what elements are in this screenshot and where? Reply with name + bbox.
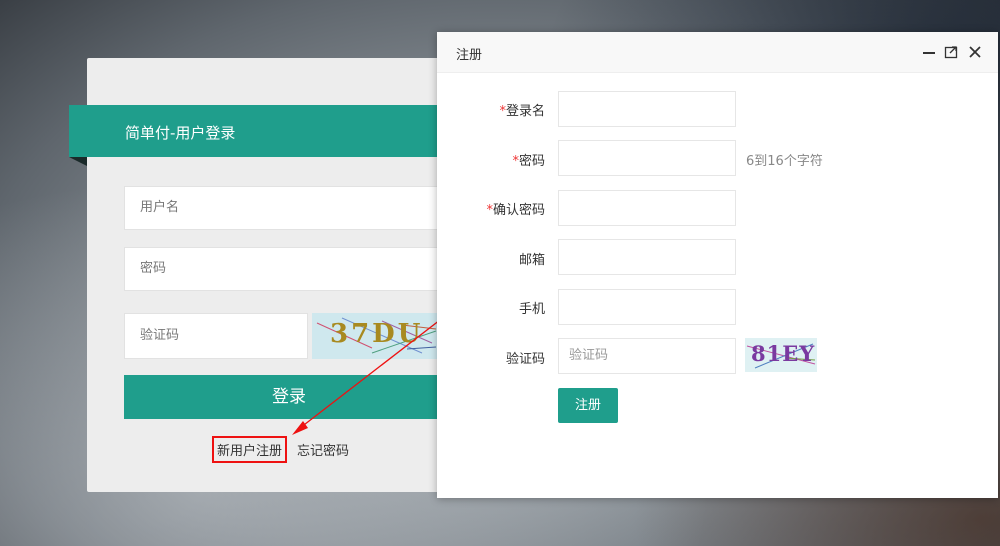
login-name-label: *登录名 xyxy=(437,100,545,119)
register-captcha-text: 81EY xyxy=(751,341,816,366)
register-captcha-input[interactable]: 验证码 xyxy=(558,338,736,374)
register-link[interactable]: 新用户注册 xyxy=(212,436,288,463)
login-title: 简单付-用户登录 xyxy=(125,124,236,142)
email-label: 邮箱 xyxy=(518,253,545,268)
login-name-label-text: 登录名 xyxy=(505,104,545,119)
confirm-password-label-text: 确认密码 xyxy=(492,203,545,218)
login-title-ribbon: 简单付-用户登录 xyxy=(69,105,469,157)
forgot-password-link[interactable]: 忘记密码 xyxy=(297,440,349,459)
login-captcha-text: 37DU xyxy=(330,319,424,349)
captcha-label: 验证码 xyxy=(505,352,545,367)
login-captcha-image[interactable]: 37DU xyxy=(312,313,438,359)
password-placeholder: 密码 xyxy=(140,261,167,276)
password-label-text: 密码 xyxy=(518,154,545,169)
register-captcha-image[interactable]: 81EY xyxy=(745,338,817,372)
confirm-password-input[interactable] xyxy=(558,190,736,226)
register-password-input[interactable] xyxy=(558,140,736,176)
confirm-password-label: *确认密码 xyxy=(437,199,545,218)
login-button[interactable]: 登录 xyxy=(124,375,454,419)
username-input[interactable]: 用户名 xyxy=(124,186,464,230)
register-dialog: 注册 *登录名 *密码 6到16个字符 *确认密码 邮箱 手机 验证码 验证码 … xyxy=(437,32,998,498)
register-submit-button[interactable]: 注册 xyxy=(558,388,618,423)
close-icon[interactable] xyxy=(967,44,983,60)
login-name-input[interactable] xyxy=(558,91,736,127)
password-label: *密码 xyxy=(437,150,545,169)
password-hint: 6到16个字符 xyxy=(746,154,823,169)
ribbon-fold xyxy=(69,157,87,166)
register-captcha-placeholder: 验证码 xyxy=(569,348,609,363)
dialog-title: 注册 xyxy=(456,48,483,63)
minimize-icon[interactable] xyxy=(921,44,937,60)
login-captcha-placeholder: 验证码 xyxy=(140,328,180,343)
phone-label: 手机 xyxy=(518,302,545,317)
login-captcha-input[interactable]: 验证码 xyxy=(124,313,308,359)
username-placeholder: 用户名 xyxy=(140,200,180,215)
phone-input[interactable] xyxy=(558,289,736,325)
dialog-header: 注册 xyxy=(437,32,998,73)
maximize-icon[interactable] xyxy=(943,44,959,60)
email-input[interactable] xyxy=(558,239,736,275)
password-input[interactable]: 密码 xyxy=(124,247,464,291)
